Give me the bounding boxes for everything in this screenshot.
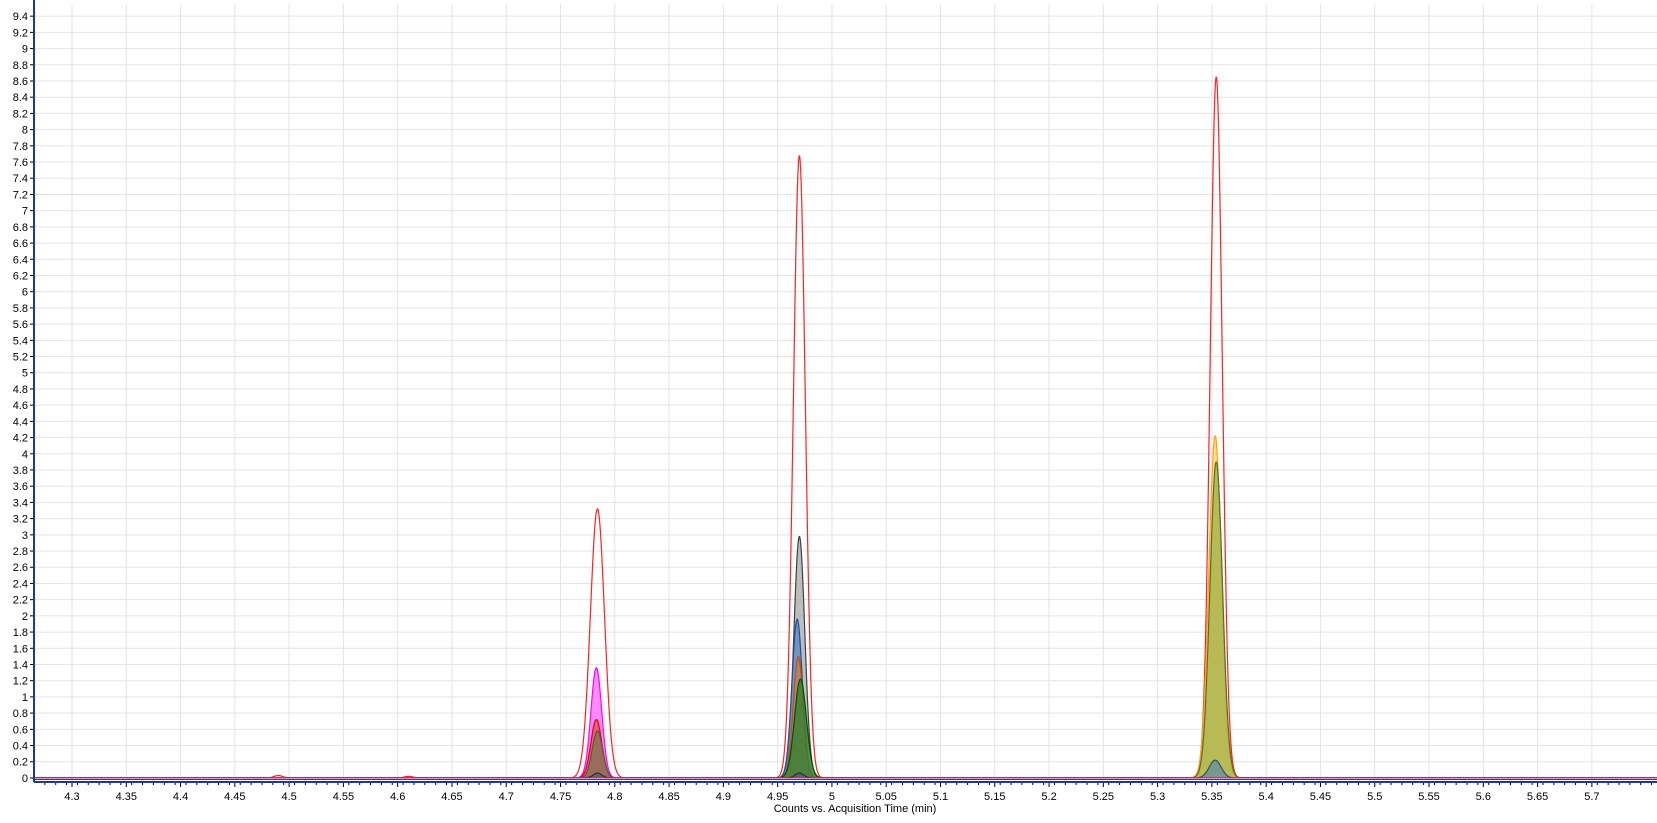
x-tick-label: 4.7 bbox=[499, 791, 514, 803]
y-tick-label: 9 bbox=[22, 44, 28, 56]
x-tick-label: 5.35 bbox=[1201, 791, 1222, 803]
y-tick-label: 9.4 bbox=[13, 11, 28, 23]
y-tick-label: 7.2 bbox=[13, 189, 28, 201]
y-tick-label: 0 bbox=[22, 773, 28, 785]
y-tick-label: 8.8 bbox=[13, 60, 28, 72]
y-tick-label: 9.2 bbox=[13, 27, 28, 39]
x-tick-label: 4.5 bbox=[281, 791, 296, 803]
y-tick-label: 1 bbox=[22, 692, 28, 704]
x-tick-label: 4.6 bbox=[390, 791, 405, 803]
y-tick-label: 1.2 bbox=[13, 676, 28, 688]
y-tick-label: 6.4 bbox=[13, 254, 28, 266]
y-tick-label: 0.4 bbox=[13, 741, 28, 753]
y-tick-label: 0.6 bbox=[13, 724, 28, 736]
x-tick-label: 5.45 bbox=[1310, 791, 1331, 803]
y-tick-label: 3.4 bbox=[13, 497, 28, 509]
x-tick-label: 5.5 bbox=[1367, 791, 1382, 803]
y-tick-label: 1.6 bbox=[13, 643, 28, 655]
chart-svg: 0 0.2 0.4 0.6 0.8 1 1.2 1.4 1.6 1.8 2 2.2 2.4 2.6 2.8 3… bbox=[0, 0, 1657, 818]
y-tick-label: 3 bbox=[22, 530, 28, 542]
y-tick-label: 5.6 bbox=[13, 319, 28, 331]
x-tick-label: 5.3 bbox=[1150, 791, 1165, 803]
y-tick-label: 3.6 bbox=[13, 481, 28, 493]
y-tick-label: 2.4 bbox=[13, 578, 28, 590]
x-tick-label: 4.45 bbox=[224, 791, 245, 803]
y-tick-label: 5 bbox=[22, 368, 28, 380]
y-tick-label: 6.8 bbox=[13, 222, 28, 234]
y-tick-label: 7.4 bbox=[13, 173, 28, 185]
x-tick-label: 4.95 bbox=[767, 791, 788, 803]
y-tick-label: 7.8 bbox=[13, 141, 28, 153]
y-tick-label: 4 bbox=[22, 449, 28, 461]
y-tick-label: 8.6 bbox=[13, 76, 28, 88]
y-tick-label: 1.4 bbox=[13, 659, 28, 671]
x-tick-label: 5.7 bbox=[1584, 791, 1599, 803]
y-tick-label: 7 bbox=[22, 206, 28, 218]
y-tick-label: 4.4 bbox=[13, 416, 28, 428]
y-tick-label: 6 bbox=[22, 287, 28, 299]
y-tick-label: 2.6 bbox=[13, 562, 28, 574]
x-tick-label: 5.25 bbox=[1093, 791, 1114, 803]
x-tick-label: 4.8 bbox=[607, 791, 622, 803]
y-tick-label: 8.2 bbox=[13, 108, 28, 120]
y-tick-label: 3.8 bbox=[13, 465, 28, 477]
x-tick-label: 5.05 bbox=[875, 791, 896, 803]
y-tick-label: 5.2 bbox=[13, 352, 28, 364]
x-tick-label: 4.65 bbox=[441, 791, 462, 803]
x-tick-label: 5.55 bbox=[1418, 791, 1439, 803]
x-tick-label: 4.85 bbox=[658, 791, 679, 803]
x-tick-label: 4.75 bbox=[550, 791, 571, 803]
y-tick-label: 5.8 bbox=[13, 303, 28, 315]
x-tick-label: 5.6 bbox=[1476, 791, 1491, 803]
x-tick-label: 5 bbox=[829, 791, 835, 803]
x-tick-label: 4.9 bbox=[716, 791, 731, 803]
y-tick-label: 4.8 bbox=[13, 384, 28, 396]
y-tick-label: 4.6 bbox=[13, 400, 28, 412]
x-tick-label: 5.4 bbox=[1259, 791, 1274, 803]
x-tick-label: 4.4 bbox=[173, 791, 188, 803]
y-tick-label: 4.2 bbox=[13, 433, 28, 445]
x-tick-label: 5.1 bbox=[933, 791, 948, 803]
x-tick-label: 5.2 bbox=[1041, 791, 1056, 803]
y-tick-label: 6.6 bbox=[13, 238, 28, 250]
x-tick-label: 4.55 bbox=[333, 791, 354, 803]
y-tick-label: 8 bbox=[22, 125, 28, 137]
y-tick-label: 8.4 bbox=[13, 92, 28, 104]
y-tick-label: 1.8 bbox=[13, 627, 28, 639]
y-tick-label: 6.2 bbox=[13, 270, 28, 282]
y-tick-label: 0.8 bbox=[13, 708, 28, 720]
x-tick-label: 5.15 bbox=[984, 791, 1005, 803]
x-axis-title: Counts vs. Acquisition Time (min) bbox=[774, 803, 937, 815]
y-tick-label: 5.4 bbox=[13, 335, 28, 347]
x-tick-label: 4.35 bbox=[116, 791, 137, 803]
y-tick-label: 0.2 bbox=[13, 757, 28, 769]
y-tick-label: 3.2 bbox=[13, 514, 28, 526]
y-tick-label: 2 bbox=[22, 611, 28, 623]
x-tick-label: 5.65 bbox=[1527, 791, 1548, 803]
x-tick-label: 4.3 bbox=[64, 791, 79, 803]
chromatogram-chart: 0 0.2 0.4 0.6 0.8 1 1.2 1.4 1.6 1.8 2 2.2 2.4 2.6 2.8 3… bbox=[0, 0, 1657, 818]
y-tick-label: 2.2 bbox=[13, 595, 28, 607]
y-tick-label: 7.6 bbox=[13, 157, 28, 169]
y-tick-label: 2.8 bbox=[13, 546, 28, 558]
